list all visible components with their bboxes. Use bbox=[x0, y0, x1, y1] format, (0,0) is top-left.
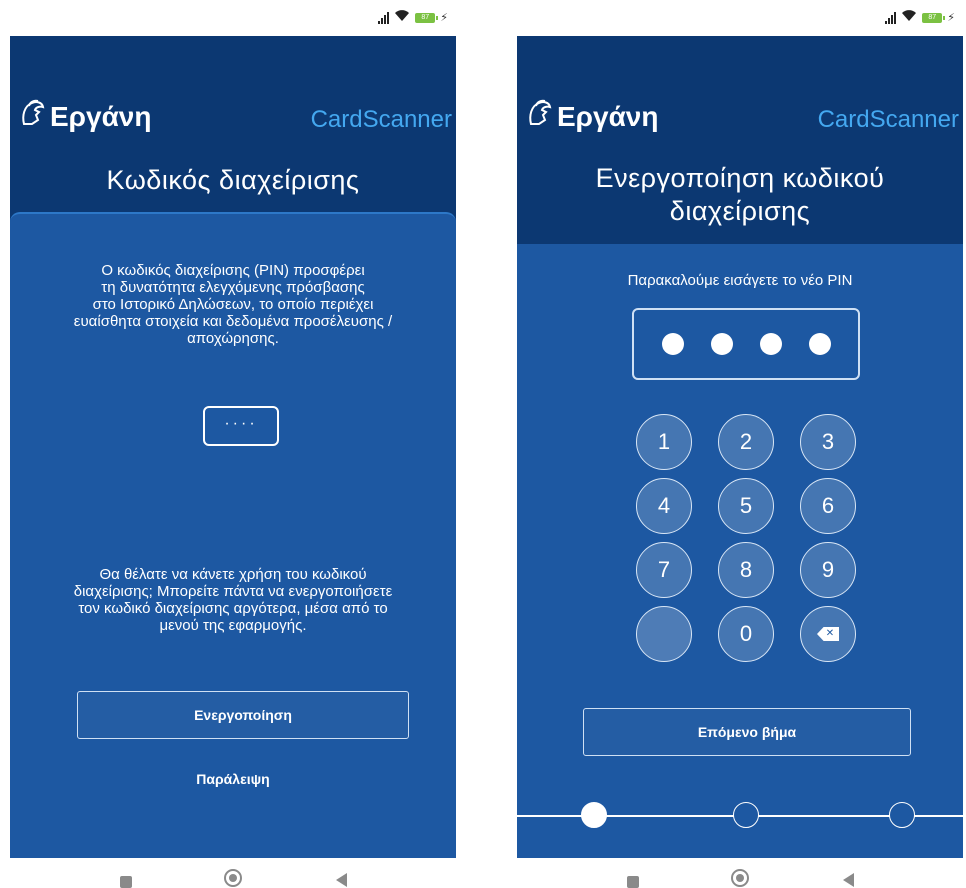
backspace-icon[interactable]: ✕ bbox=[800, 606, 856, 662]
keypad-key-9[interactable]: 9 bbox=[800, 542, 856, 598]
helmet-logo-icon bbox=[527, 98, 553, 135]
status-bar: 87 ⚡ bbox=[10, 0, 456, 36]
charging-icon: ⚡ bbox=[947, 12, 955, 24]
recents-icon[interactable] bbox=[120, 876, 132, 888]
pin-dot bbox=[759, 333, 782, 355]
battery-icon: 87 bbox=[922, 12, 946, 23]
keypad-key-2[interactable]: 2 bbox=[718, 414, 774, 470]
keypad-key-1[interactable]: 1 bbox=[636, 414, 692, 470]
app-name: CardScanner bbox=[310, 106, 452, 133]
activate-button[interactable]: Ενεργοποίηση bbox=[77, 691, 409, 739]
brand-name: Εργάνη bbox=[50, 100, 152, 132]
right-phone-screen: 87 ⚡ Εργάνη CardScanner Ενεργοποίηση κωδ… bbox=[517, 0, 963, 888]
next-step-button[interactable]: Επόμενο βήμα bbox=[583, 708, 911, 756]
brand-logo: Εργάνη bbox=[527, 98, 658, 135]
app-name: CardScanner bbox=[817, 106, 959, 133]
pin-display bbox=[632, 308, 860, 380]
step-3 bbox=[889, 802, 915, 828]
helmet-logo-icon bbox=[20, 98, 46, 135]
keypad-key-0[interactable]: 0 bbox=[718, 606, 774, 662]
signal-icon bbox=[378, 11, 390, 24]
keypad-key-7[interactable]: 7 bbox=[636, 542, 692, 598]
step-1 bbox=[581, 802, 607, 828]
back-icon[interactable] bbox=[336, 873, 347, 887]
brand-logo: Εργάνη bbox=[20, 98, 151, 135]
page-title: Ενεργοποίηση κωδικού διαχείρισης bbox=[595, 163, 885, 226]
system-nav-bar bbox=[517, 858, 963, 888]
left-phone-screen: 87 ⚡ Εργάνη CardScanner Κωδικός διαχείρι… bbox=[10, 0, 456, 888]
keypad-blank-key[interactable] bbox=[636, 606, 692, 662]
back-icon[interactable] bbox=[843, 873, 854, 887]
skip-link[interactable]: Παράλειψη bbox=[10, 771, 456, 787]
wifi-icon bbox=[901, 10, 917, 25]
system-nav-bar bbox=[10, 858, 456, 888]
activation-question: Θα θέλατε να κάνετε χρήση του κωδικού δι… bbox=[73, 566, 393, 634]
pin-prompt: Παρακαλούμε εισάγετε το νέο PIN bbox=[627, 272, 853, 289]
wifi-icon bbox=[394, 10, 410, 25]
keypad-key-4[interactable]: 4 bbox=[636, 478, 692, 534]
backspace-glyph: ✕ bbox=[817, 627, 839, 641]
page-title: Κωδικός διαχείρισης bbox=[106, 165, 360, 195]
recents-icon[interactable] bbox=[627, 876, 639, 888]
pin-entry-screen: Εργάνη CardScanner Ενεργοποίηση κωδικού … bbox=[517, 36, 963, 858]
keypad-key-5[interactable]: 5 bbox=[718, 478, 774, 534]
pin-description: Ο κωδικός διαχείρισης (PIN) προσφέρει τη… bbox=[73, 262, 393, 347]
pin-illustration-icon: ···· bbox=[203, 406, 279, 446]
pin-dot bbox=[808, 333, 831, 355]
step-2 bbox=[733, 802, 759, 828]
keypad-key-6[interactable]: 6 bbox=[800, 478, 856, 534]
keypad-key-3[interactable]: 3 bbox=[800, 414, 856, 470]
keypad-key-8[interactable]: 8 bbox=[718, 542, 774, 598]
home-icon[interactable] bbox=[224, 869, 242, 887]
signal-icon bbox=[885, 11, 897, 24]
status-bar: 87 ⚡ bbox=[517, 0, 963, 36]
pin-dot bbox=[710, 333, 733, 355]
charging-icon: ⚡ bbox=[440, 12, 448, 24]
brand-name: Εργάνη bbox=[557, 100, 659, 132]
pin-dot bbox=[661, 333, 684, 355]
battery-icon: 87 bbox=[415, 12, 439, 23]
pin-intro-screen: Εργάνη CardScanner Κωδικός διαχείρισης Ο… bbox=[10, 36, 456, 858]
home-icon[interactable] bbox=[731, 869, 749, 887]
